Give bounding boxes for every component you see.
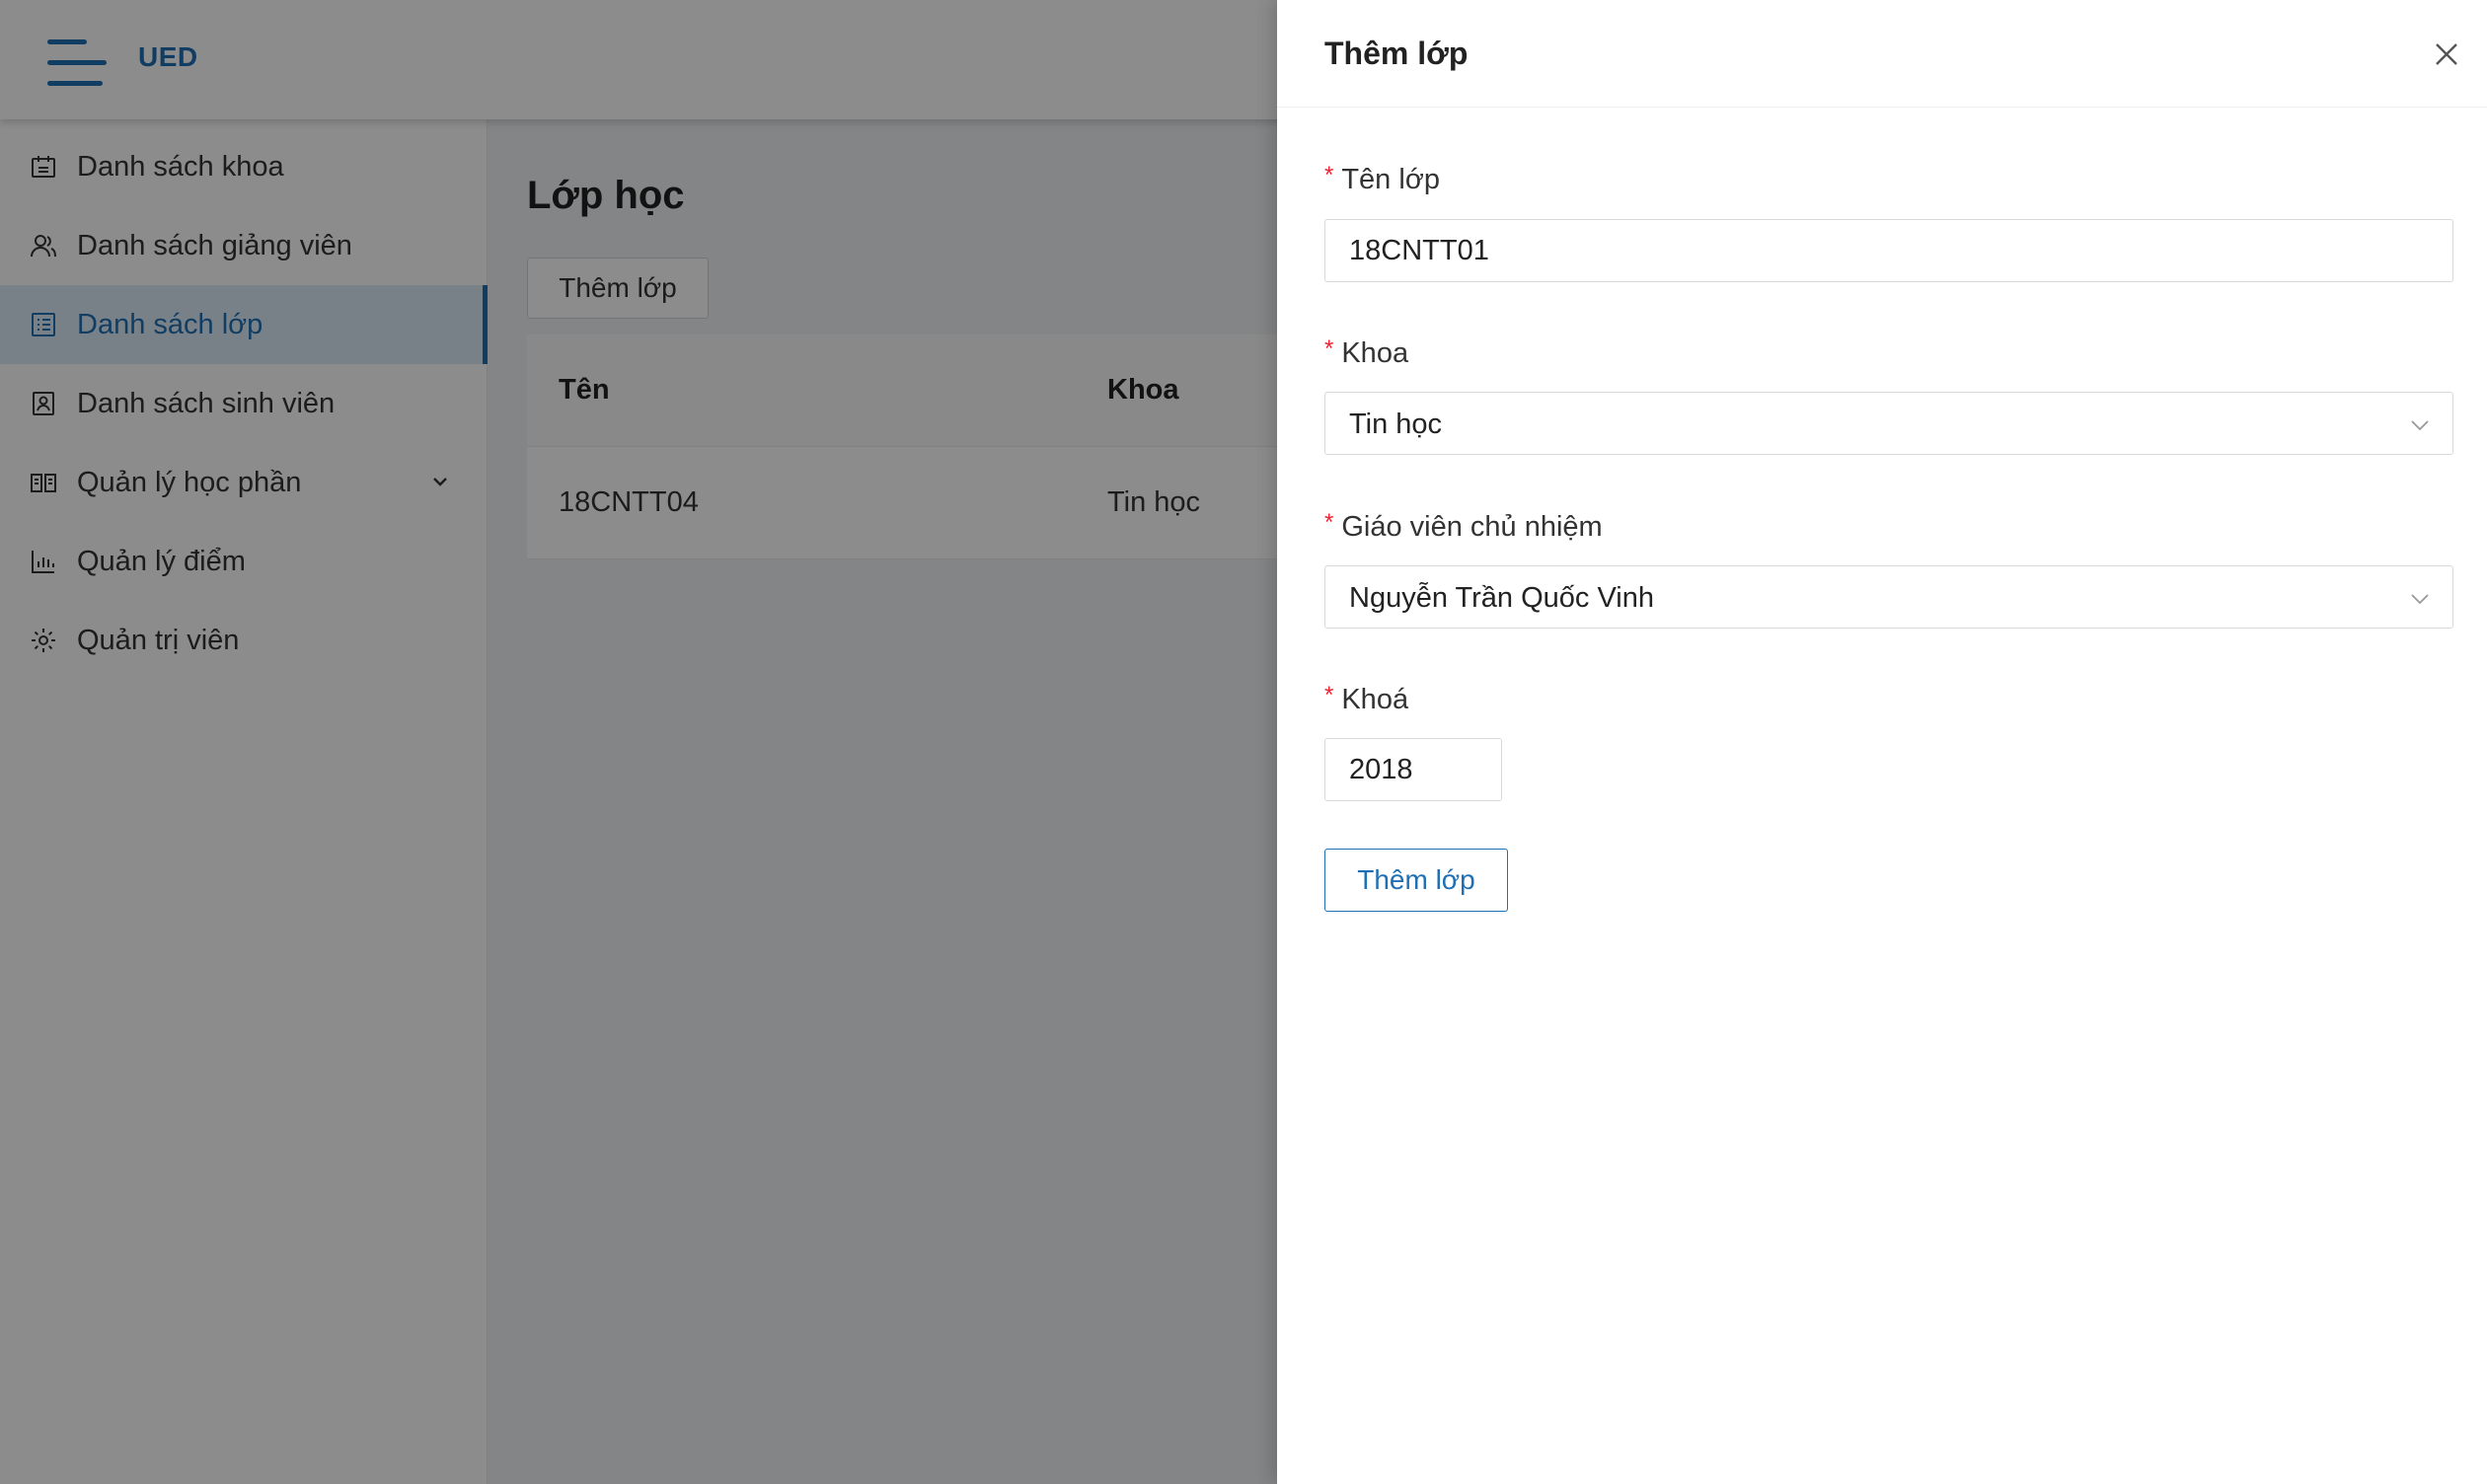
khoa-select-value: Tin học (1349, 408, 1443, 440)
submit-add-class-button[interactable]: Thêm lớp (1324, 849, 1508, 912)
required-marker: * (1324, 162, 1334, 188)
required-marker: * (1324, 335, 1334, 362)
required-marker: * (1324, 682, 1334, 708)
gvcn-label: * Giáo viên chủ nhiệm (1324, 509, 1603, 543)
drawer-title: Thêm lớp (1324, 36, 1469, 71)
khoa-year-input[interactable] (1324, 738, 1502, 801)
khoa-label: * Khoa (1324, 335, 1409, 369)
chevron-down-icon (2409, 414, 2431, 436)
gvcn-select[interactable]: Nguyễn Trần Quốc Vinh (1324, 565, 2453, 629)
gvcn-select-value: Nguyễn Trần Quốc Vinh (1349, 582, 1654, 614)
khoa-select[interactable]: Tin học (1324, 392, 2453, 455)
close-icon[interactable] (2432, 39, 2461, 69)
khoa-year-label: * Khoá (1324, 682, 1409, 715)
required-marker: * (1324, 509, 1334, 536)
chevron-down-icon (2409, 588, 2431, 610)
ten-lop-label: * Tên lớp (1324, 162, 1440, 195)
modal-overlay[interactable] (0, 0, 1277, 1484)
ten-lop-input[interactable] (1324, 219, 2453, 282)
add-class-drawer: Thêm lớp *Tên lớp *Khoa Tin học *Giáo vi… (1277, 0, 2487, 1484)
drawer-header: Thêm lớp (1277, 0, 2487, 108)
